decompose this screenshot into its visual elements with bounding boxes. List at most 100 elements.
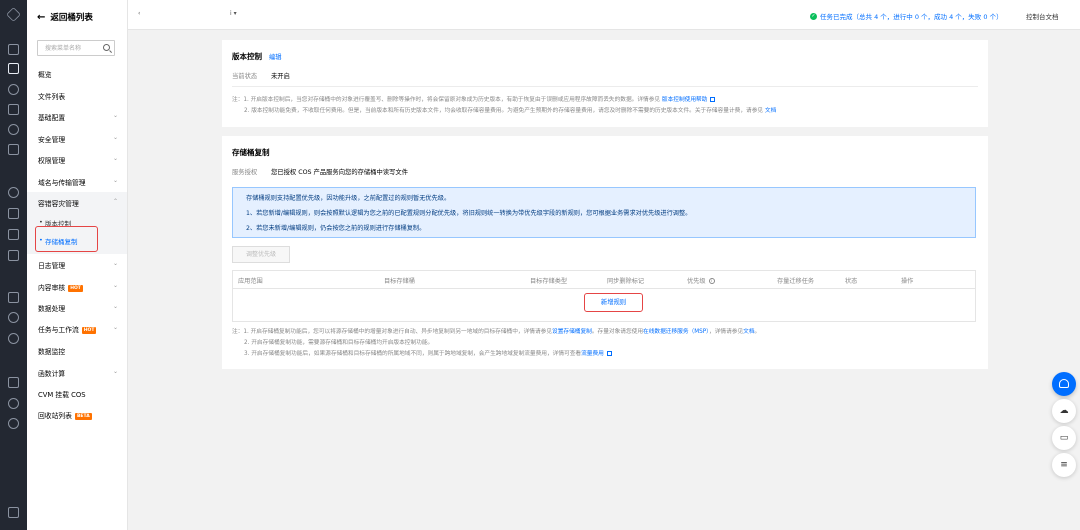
column-header: 存量迁移任务 [777,278,815,285]
version-control-card: 版本控制 编辑 当前状态 未开启 注：1. 开启版本控制后，当您对存储桶中的对象进… [222,40,988,127]
status-label: 当前状态 [232,73,258,80]
chevron-down-icon: ⌄ [112,303,118,310]
sidebar-item-data-processing[interactable]: 数据处理 ⌄ [38,303,118,313]
note-line-2: 2. 版本控制功能免费，不收取任何费用。但是，当前版本和所有历史版本文件，均会收… [244,105,776,114]
setup-replication-link[interactable]: 设置存储桶复制 [552,329,592,335]
breadcrumb-region[interactable]: ‹ [138,10,140,17]
add-rule-button[interactable]: 新增规则 [584,293,643,312]
list-icon[interactable] [8,144,19,155]
sidebar-item-disaster-recovery[interactable]: 容错容灾管理 ⌃ [38,198,118,208]
hot-badge: HOT [68,284,83,292]
chevron-down-icon: ⌄ [112,368,118,375]
task-status[interactable]: ✓ 任务已完成（总共 4 个，进行中 0 个，成功 4 个，失败 0 个） [810,11,1003,21]
sidebar-item-label: 域名与传输管理 [38,179,86,187]
chevron-down-icon: ⌄ [112,324,118,331]
chart-icon[interactable] [8,124,19,135]
user-icon[interactable] [8,418,19,429]
highlight-box [35,226,98,252]
auth-label: 服务授权 [232,169,258,176]
sidebar-item-label: 内容审核 [38,284,66,292]
sidebar-item-content-review[interactable]: 内容审核 HOT ⌄ [38,282,118,292]
storage-billing-doc-link[interactable]: 文档 [765,108,776,114]
sidebar-item-label: 数据处理 [38,305,66,313]
note-text: 3. 开启存储桶复制功能后，如果源存储桶和目标存储桶的所属地域不同，则属于跨地域… [244,351,582,357]
chevron-down-icon: ⌄ [112,155,118,162]
sidebar-item-label: 数据监控 [38,348,66,356]
sidebar-item-label: 文件列表 [38,93,66,101]
version-control-title: 版本控制 [232,52,262,61]
rules-table: 应用范围 目标存储桶 目标存储类型 同步删除标记 优先级 i 存量迁移任务 状态 … [232,270,976,322]
back-to-bucket-list[interactable]: ← 返回桶列表 [37,11,93,24]
sidebar-item-cvm-mount[interactable]: CVM 挂载 COS [38,389,118,399]
chevron-down-icon: ⌄ [112,260,118,267]
list-icon[interactable]: ≡ [1052,453,1076,477]
settings-icon[interactable] [8,333,19,344]
doc-link[interactable]: 文档 [743,329,754,335]
note-text: 2. 版本控制功能免费，不收取任何费用。但是，当前版本和所有历史版本文件，均会收… [244,108,764,114]
adjust-priority-button[interactable]: 调整优先级 [232,246,290,263]
dashboard-icon[interactable] [8,44,19,55]
replication-card: 存储桶复制 服务授权 您已授权 COS 产品服务向您的存储桶中读写文件 存储桶规… [222,136,988,369]
version-control-help-link[interactable]: 版本控制使用帮助 [662,97,708,103]
info-icon[interactable]: i [708,278,715,284]
sidebar-item-recycle-bin[interactable]: 回收站列表 BETA [38,410,118,420]
arrow-left-icon: ← [37,11,46,23]
search-icon[interactable] [8,312,19,323]
note-text: 。 [754,329,761,335]
network-icon[interactable] [8,208,19,219]
grid-icon[interactable] [8,104,19,115]
note-text: 。存量对象请您使用 [591,329,644,335]
sidebar-item-label: CVM 挂载 COS [38,391,86,399]
menu-icon[interactable] [8,507,19,518]
console-docs-link[interactable]: 控制台文档 [1026,11,1059,21]
bucket-selector[interactable]: i ▾ [230,10,237,17]
sidebar-item-label: 安全管理 [38,136,66,144]
sidebar-item-label: 容错容灾管理 [38,200,79,208]
sidebar-item-security[interactable]: 安全管理 ⌄ [38,134,118,144]
msp-link[interactable]: 在线数据迁移服务（MSP） [643,329,709,335]
info-line: 1、若您新增/编辑规则，则会按照默认逻辑为您之前的已配置规则分配优先级，将旧规则… [246,210,692,217]
sidebar: ← 返回桶列表 概览 文件列表 基础配置 ⌄ 安全管理 ⌄ 权限管理 ⌄ 域名与传输管… [27,0,128,530]
sidebar-item-functions[interactable]: 函数计算 ⌄ [38,368,118,378]
info-line: 存储桶规则支持配置优先级，因功能升级，之前配置过的规则暂无优先级。 [246,195,451,202]
menu-search-input[interactable] [38,41,100,55]
link-icon[interactable] [8,84,19,95]
globe-icon[interactable] [8,187,19,198]
sidebar-item-file-list[interactable]: 文件列表 [38,91,118,101]
sidebar-item-permissions[interactable]: 权限管理 ⌄ [38,155,118,165]
edit-link[interactable]: 编辑 [269,54,282,61]
book-icon[interactable]: ▭ [1052,426,1076,450]
info-notice: 存储桶规则支持配置优先级，因功能升级，之前配置过的规则暂无优先级。 1、若您新增… [232,187,976,238]
sidebar-item-data-monitoring[interactable]: 数据监控 [38,346,118,356]
sidebar-item-tasks-workflow[interactable]: 任务与工作流 HOT ⌄ [38,324,118,334]
external-link-icon [606,351,612,356]
search-icon[interactable] [103,44,110,51]
doc-icon[interactable] [8,292,19,303]
task-status-text: 任务已完成（总共 4 个，进行中 0 个，成功 4 个，失败 0 个） [820,13,1003,21]
sidebar-item-domain-transfer[interactable]: 域名与传输管理 ⌄ [38,177,118,187]
chevron-up-icon: ⌃ [112,198,118,205]
chevron-down-icon: ⌄ [112,282,118,289]
sidebar-item-logs[interactable]: 日志管理 ⌄ [38,260,118,270]
logo-icon[interactable] [6,7,21,22]
box-icon[interactable] [8,250,19,261]
table-icon[interactable] [8,229,19,240]
column-header: 操作 [901,278,914,285]
help-icon[interactable] [8,398,19,409]
sidebar-item-overview[interactable]: 概览 [38,69,118,79]
icon-rail [0,0,27,530]
info-line: 2、若您未新增/编辑规则，仍会按您之前的规则进行存储桶复制。 [246,225,426,232]
sidebar-item-basic-config[interactable]: 基础配置 ⌄ [38,112,118,122]
customer-service-icon[interactable] [1052,372,1076,396]
cos-icon[interactable] [8,63,19,74]
chevron-down-icon: ⌄ [112,112,118,119]
external-link-icon [710,97,716,102]
calendar-icon[interactable] [8,377,19,388]
column-header: 应用范围 [238,278,263,285]
cloud-icon[interactable]: ☁ [1052,399,1076,423]
column-header: 状态 [845,278,858,285]
sidebar-item-label: 回收站列表 [38,412,72,420]
traffic-fee-link[interactable]: 流量费用 [581,351,604,357]
status-value: 未开启 [271,73,290,80]
sidebar-item-label: 日志管理 [38,262,66,270]
